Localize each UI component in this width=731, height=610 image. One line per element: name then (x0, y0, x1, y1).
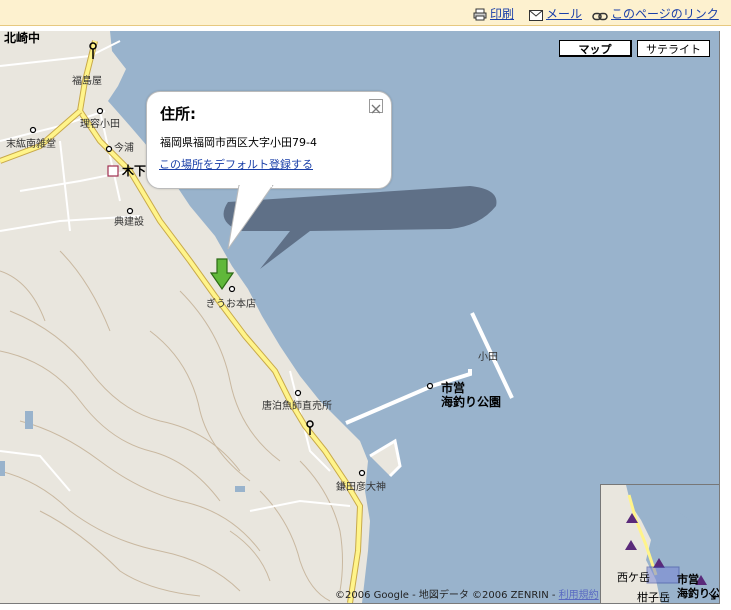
page-link[interactable]: このページのリンク (592, 5, 719, 22)
printer-icon (473, 8, 487, 21)
label-sueto: 末紘南雑堂 (6, 139, 56, 150)
mail-label: メール (546, 7, 583, 21)
label-giou-honten: ぎうお本店 (206, 299, 256, 310)
label-kitazaki-school: 北崎中 (4, 31, 41, 45)
label-kinoshita: 木下 (122, 164, 147, 178)
info-window-title: 住所: (160, 105, 196, 123)
copyright-text: ©2006 Google - 地図データ ©2006 ZENRIN - (335, 590, 559, 601)
print-link[interactable]: 印刷 (473, 5, 514, 22)
overview-label-nishiura: 西ケ岳 (617, 571, 650, 584)
info-window-tail (227, 185, 274, 250)
map-view-button[interactable]: マップ (559, 40, 632, 57)
label-rigyo: 理容小田 (80, 119, 120, 130)
info-window-address: 福岡県福岡市西区大字小田79-4 (160, 136, 317, 149)
label-koda: 小田 (478, 352, 498, 363)
terms-of-use-link[interactable]: 利用規約 (559, 590, 599, 601)
top-toolbar: 印刷 メール このページのリンク (0, 0, 731, 26)
label-kandou: 今浦 (114, 143, 134, 154)
satellite-view-button[interactable]: サテライト (637, 40, 710, 57)
label-karatomari: 唐泊魚師直売所 (262, 401, 332, 412)
label-shiei-park-line2: 海釣り公園 (441, 395, 502, 409)
chain-link-icon (592, 12, 608, 21)
envelope-icon (529, 10, 543, 21)
overview-label-shiei-line2: 海釣り公 (677, 587, 719, 600)
label-fukushima: 福島屋 (72, 76, 102, 87)
mail-link[interactable]: メール (529, 5, 582, 22)
overview-label-kaneko: 柑子岳 (637, 591, 670, 603)
copyright-notice: ©2006 Google - 地図データ ©2006 ZENRIN - 利用規約 (335, 586, 599, 601)
location-marker-icon[interactable] (210, 257, 234, 291)
overview-map[interactable]: 西ケ岳 市営 海釣り公 柑子岳 (600, 484, 719, 603)
print-label: 印刷 (490, 7, 515, 21)
label-kamaed-shrine: 鎌田彦大神 (336, 482, 386, 493)
label-kensetsu: 典建設 (114, 217, 144, 228)
set-default-location-link[interactable]: この場所をデフォルト登録する (159, 156, 313, 172)
page-link-label: このページのリンク (611, 7, 719, 21)
close-icon[interactable] (369, 99, 383, 114)
info-window: 住所: 福岡県福岡市西区大字小田79-4 この場所をデフォルト登録する (146, 91, 392, 189)
map-canvas[interactable]: 北崎中 福島屋 理容小田 末紘南雑堂 今浦 木下 典建設 ぎうお本店 唐泊魚師直… (0, 31, 720, 604)
